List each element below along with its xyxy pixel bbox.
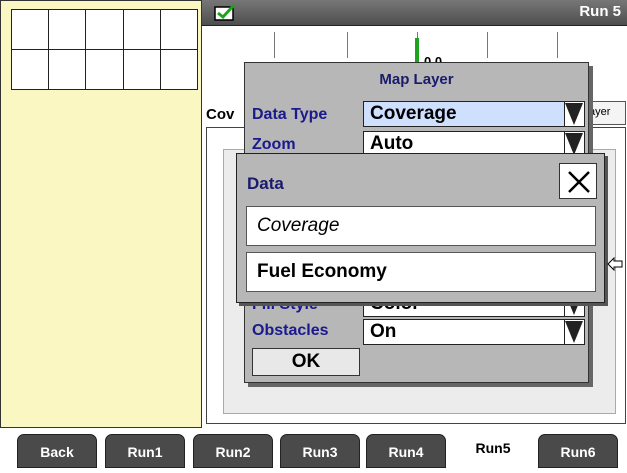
option-fuel-economy[interactable]: Fuel Economy [246, 252, 596, 292]
map-tick [347, 32, 348, 58]
data-type-dropdown[interactable]: Coverage [363, 101, 585, 127]
grid-cell[interactable] [48, 49, 87, 90]
popup-title: Data [247, 174, 284, 193]
option-coverage[interactable]: Coverage [246, 206, 596, 246]
grid-cell[interactable] [85, 49, 124, 90]
tab-run2[interactable]: Run2 [193, 434, 273, 468]
tab-back[interactable]: Back [17, 434, 97, 468]
zoom-label: Zoom [252, 136, 296, 153]
grid-cell[interactable] [122, 9, 161, 50]
grid-cell[interactable] [85, 9, 124, 50]
grid-cell[interactable] [10, 49, 50, 90]
grid-cell[interactable] [48, 9, 87, 50]
dialog-title: Map Layer [379, 71, 454, 88]
data-type-value: Coverage [370, 103, 457, 124]
selection-arrow-icon [607, 256, 623, 276]
obstacles-dropdown[interactable]: On [363, 319, 585, 345]
close-icon [568, 171, 590, 193]
top-bar: Run 5 [202, 0, 627, 26]
ok-button[interactable]: OK [252, 348, 360, 376]
grid-cell[interactable] [10, 9, 50, 50]
tab-run1[interactable]: Run1 [105, 434, 185, 468]
map-tick [487, 32, 488, 58]
tab-run3[interactable]: Run3 [280, 434, 360, 468]
data-type-label: Data Type [252, 106, 328, 123]
grid-cell[interactable] [159, 9, 199, 50]
data-popup: Data Coverage Fuel Economy [236, 153, 605, 303]
check-icon [214, 3, 236, 21]
obstacles-value: On [370, 321, 397, 342]
map-tick [274, 32, 275, 58]
zoom-value: Auto [370, 133, 414, 154]
obstacles-label: Obstacles [252, 322, 329, 339]
tab-run5[interactable]: Run5 [453, 428, 533, 468]
left-panel [0, 0, 202, 428]
tab-run6[interactable]: Run6 [538, 434, 618, 468]
map-tick [557, 32, 558, 58]
grid-cell[interactable] [122, 49, 161, 90]
close-button[interactable] [559, 163, 597, 199]
layer-button[interactable]: ayer [586, 101, 626, 125]
grid-cell[interactable] [159, 49, 199, 90]
tab-bar: Back Run1 Run2 Run3 Run4 Run5 Run6 [0, 428, 627, 473]
tab-run4[interactable]: Run4 [366, 434, 446, 468]
slot-grid [10, 9, 199, 90]
coverage-label: Cov [206, 106, 235, 123]
run-title: Run 5 [579, 3, 621, 20]
